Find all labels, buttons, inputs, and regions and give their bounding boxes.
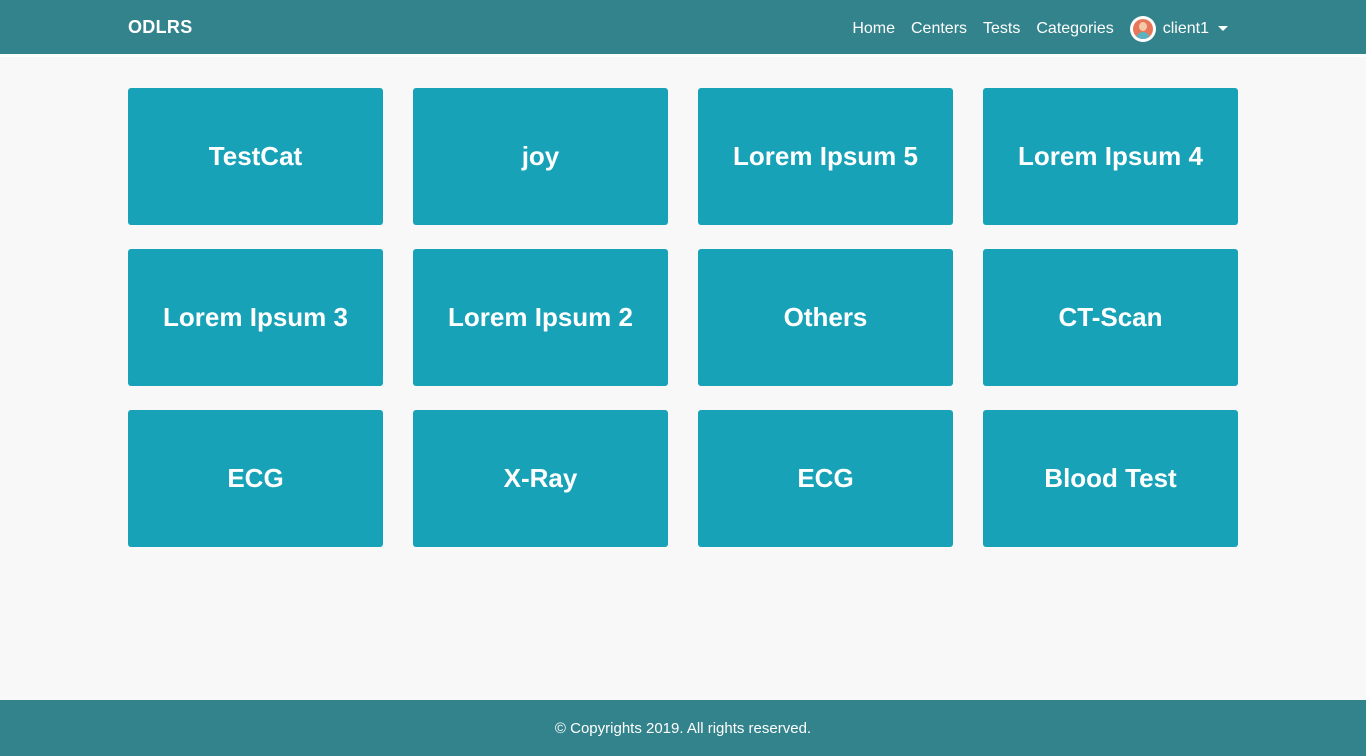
category-card[interactable]: ECG — [128, 410, 383, 547]
nav-categories-link[interactable]: Categories — [1036, 20, 1113, 38]
user-name: client1 — [1162, 19, 1209, 37]
category-grid: TestCat joy Lorem Ipsum 5 Lorem Ipsum 4 … — [128, 88, 1238, 547]
category-card-label: TestCat — [208, 141, 303, 171]
copyright-text: © Copyrights 2019. All rights reserved. — [554, 719, 812, 737]
category-card[interactable]: Lorem Ipsum 4 — [983, 88, 1238, 225]
user-menu-dropdown[interactable]: client1 — [1129, 15, 1228, 42]
category-card[interactable]: TestCat — [128, 88, 383, 225]
category-card-label: ECG — [797, 463, 854, 493]
user-avatar-icon — [1129, 15, 1156, 42]
category-card-label: joy — [521, 141, 560, 171]
category-card-label: Lorem Ipsum 5 — [733, 141, 918, 171]
category-card-label: Lorem Ipsum 2 — [448, 302, 633, 332]
category-card[interactable]: X-Ray — [413, 410, 668, 547]
nav-tests-link[interactable]: Tests — [983, 20, 1020, 38]
page-footer: © Copyrights 2019. All rights reserved. — [0, 700, 1366, 756]
category-card-label: CT-Scan — [1058, 302, 1163, 332]
category-card[interactable]: Others — [698, 249, 953, 386]
brand-logo[interactable]: ODLRS — [128, 17, 193, 38]
category-card-label: Lorem Ipsum 4 — [1018, 141, 1203, 171]
category-card[interactable]: ECG — [698, 410, 953, 547]
category-card[interactable]: CT-Scan — [983, 249, 1238, 386]
category-card-label: Others — [783, 302, 868, 332]
top-navbar: ODLRS Home Centers Tests Categories clie… — [0, 0, 1366, 57]
chevron-down-icon — [1218, 26, 1228, 31]
category-card-label: Blood Test — [1044, 463, 1177, 493]
category-card-label: X-Ray — [503, 463, 578, 493]
category-card[interactable]: Blood Test — [983, 410, 1238, 547]
category-card-label: Lorem Ipsum 3 — [163, 302, 348, 332]
nav-home-link[interactable]: Home — [852, 20, 895, 38]
category-card[interactable]: Lorem Ipsum 5 — [698, 88, 953, 225]
category-card[interactable]: Lorem Ipsum 2 — [413, 249, 668, 386]
nav-links: Home Centers Tests Categories client1 — [852, 0, 1228, 57]
category-card[interactable]: joy — [413, 88, 668, 225]
category-card-label: ECG — [227, 463, 284, 493]
category-card[interactable]: Lorem Ipsum 3 — [128, 249, 383, 386]
nav-centers-link[interactable]: Centers — [911, 20, 967, 38]
